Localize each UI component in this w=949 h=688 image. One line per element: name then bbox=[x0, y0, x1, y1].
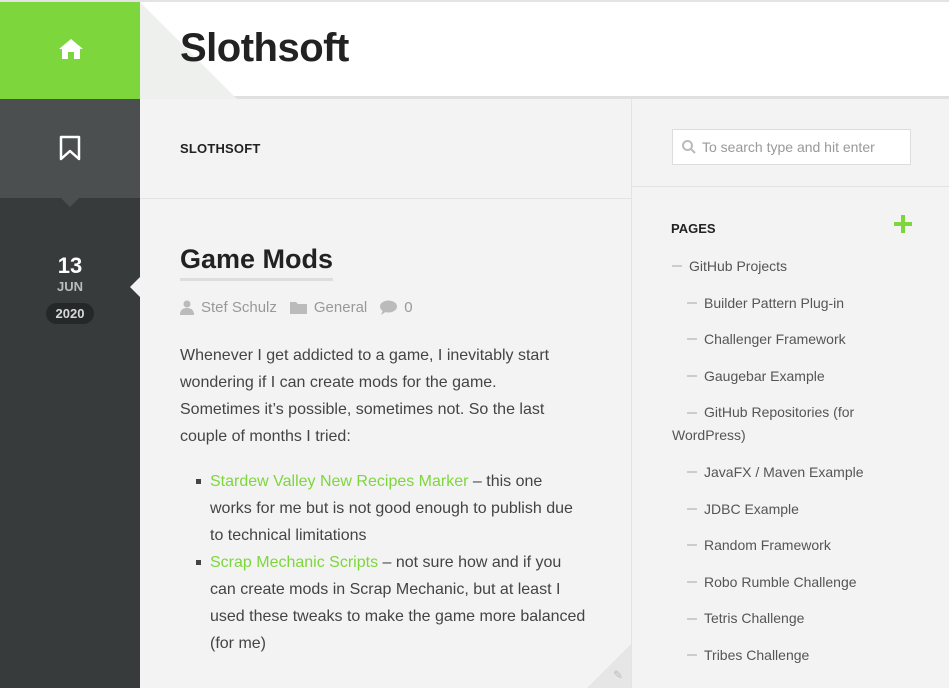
bookmark-arrow bbox=[61, 198, 79, 207]
page-label: Challenger Framework bbox=[704, 331, 846, 348]
home-button[interactable] bbox=[0, 2, 140, 99]
site-title[interactable]: Slothsoft bbox=[180, 26, 349, 71]
page-link[interactable]: Gaugebar Example bbox=[672, 365, 912, 388]
bookmark-button[interactable] bbox=[0, 99, 140, 198]
edit-corner[interactable] bbox=[587, 644, 631, 688]
dash-icon bbox=[687, 338, 697, 341]
dash-icon bbox=[687, 544, 697, 547]
search-box[interactable] bbox=[672, 129, 911, 165]
left-column: 13 JUN 2020 bbox=[0, 99, 140, 688]
category-name: General bbox=[313, 299, 368, 316]
plus-icon[interactable] bbox=[894, 215, 912, 233]
dash-icon bbox=[687, 411, 697, 414]
dash-icon bbox=[687, 471, 697, 474]
list-item: Scrap Mechanic Scripts – not sure how an… bbox=[196, 549, 586, 657]
date-pointer bbox=[130, 277, 140, 297]
author-name: Stef Schulz bbox=[201, 299, 277, 316]
date-year: 2020 bbox=[45, 303, 95, 324]
page-link[interactable]: Tribes Challenge bbox=[672, 644, 912, 667]
post-date: 13 JUN 2020 bbox=[0, 253, 140, 324]
page-link[interactable]: Robo Rumble Challenge bbox=[672, 571, 912, 594]
post-link[interactable]: Scrap Mechanic Scripts bbox=[210, 554, 378, 571]
date-month: JUN bbox=[56, 279, 83, 294]
search-icon bbox=[682, 140, 696, 154]
dash-icon bbox=[687, 301, 697, 304]
page-link[interactable]: Challenger Framework bbox=[672, 328, 912, 351]
page-label: GitHub Projects bbox=[689, 258, 788, 274]
page-link[interactable]: Builder Pattern Plug-in bbox=[672, 292, 912, 315]
page-link[interactable]: JavaFX / Maven Example bbox=[672, 461, 912, 484]
list-item: Stardew Valley New Recipes Marker – this… bbox=[196, 468, 586, 549]
search-widget bbox=[632, 99, 949, 187]
sidebar: PAGES GitHub Projects Builder Pattern Plu… bbox=[632, 99, 949, 688]
post-meta: Stef Schulz General 0 bbox=[180, 299, 426, 316]
page-label: JDBC Example bbox=[704, 500, 799, 517]
page-link[interactable]: JDBC Example bbox=[672, 498, 912, 521]
dash-icon bbox=[687, 507, 697, 510]
page-label: JavaFX / Maven Example bbox=[704, 463, 864, 480]
dash-icon bbox=[687, 375, 697, 378]
post-category[interactable]: General bbox=[289, 299, 368, 316]
page-label: Builder Pattern Plug-in bbox=[704, 294, 845, 311]
page-label: GitHub Repositories (for WordPress) bbox=[672, 404, 855, 444]
page-link[interactable]: Tetris Challenge bbox=[672, 607, 912, 630]
page-link[interactable]: Random Framework bbox=[672, 534, 912, 557]
dash-icon bbox=[687, 617, 697, 620]
home-icon bbox=[59, 39, 83, 59]
breadcrumb-bar: SLOTHSOFT bbox=[140, 99, 631, 199]
post-author[interactable]: Stef Schulz bbox=[180, 299, 277, 316]
post-intro: Whenever I get addicted to a game, I ine… bbox=[180, 347, 550, 445]
page-label: Robo Rumble Challenge bbox=[704, 573, 857, 590]
comment-icon bbox=[380, 300, 398, 315]
user-icon bbox=[180, 300, 194, 315]
folder-icon bbox=[289, 302, 307, 314]
post-comments[interactable]: 0 bbox=[380, 299, 413, 316]
pages-list: GitHub Projects Builder Pattern Plug-in Ch… bbox=[672, 255, 912, 681]
page-label: Gaugebar Example bbox=[704, 367, 825, 384]
page-link[interactable]: GitHub Repositories (for WordPress) bbox=[672, 401, 862, 447]
pencil-icon[interactable]: ✎ bbox=[613, 668, 623, 682]
page-label: Tetris Challenge bbox=[704, 610, 805, 627]
post-link[interactable]: Stardew Valley New Recipes Marker bbox=[210, 473, 468, 490]
dash-icon bbox=[687, 654, 697, 657]
date-day: 13 bbox=[57, 253, 83, 278]
post-title[interactable]: Game Mods bbox=[180, 244, 334, 281]
search-input[interactable] bbox=[702, 139, 902, 155]
main-content: SLOTHSOFT Game Mods Stef Schulz General … bbox=[140, 99, 632, 688]
pages-heading: PAGES bbox=[671, 221, 716, 236]
page-label: Tribes Challenge bbox=[704, 646, 810, 663]
site-header: Slothsoft bbox=[0, 0, 949, 99]
comment-count: 0 bbox=[404, 299, 413, 316]
post-list: Stardew Valley New Recipes Marker – this… bbox=[196, 468, 586, 657]
page-link[interactable]: GitHub Projects bbox=[672, 255, 912, 278]
bookmark-icon bbox=[59, 135, 81, 161]
breadcrumb[interactable]: SLOTHSOFT bbox=[180, 141, 261, 156]
page-label: Random Framework bbox=[704, 537, 831, 554]
dash-icon bbox=[687, 581, 697, 584]
dash-icon bbox=[672, 265, 682, 268]
